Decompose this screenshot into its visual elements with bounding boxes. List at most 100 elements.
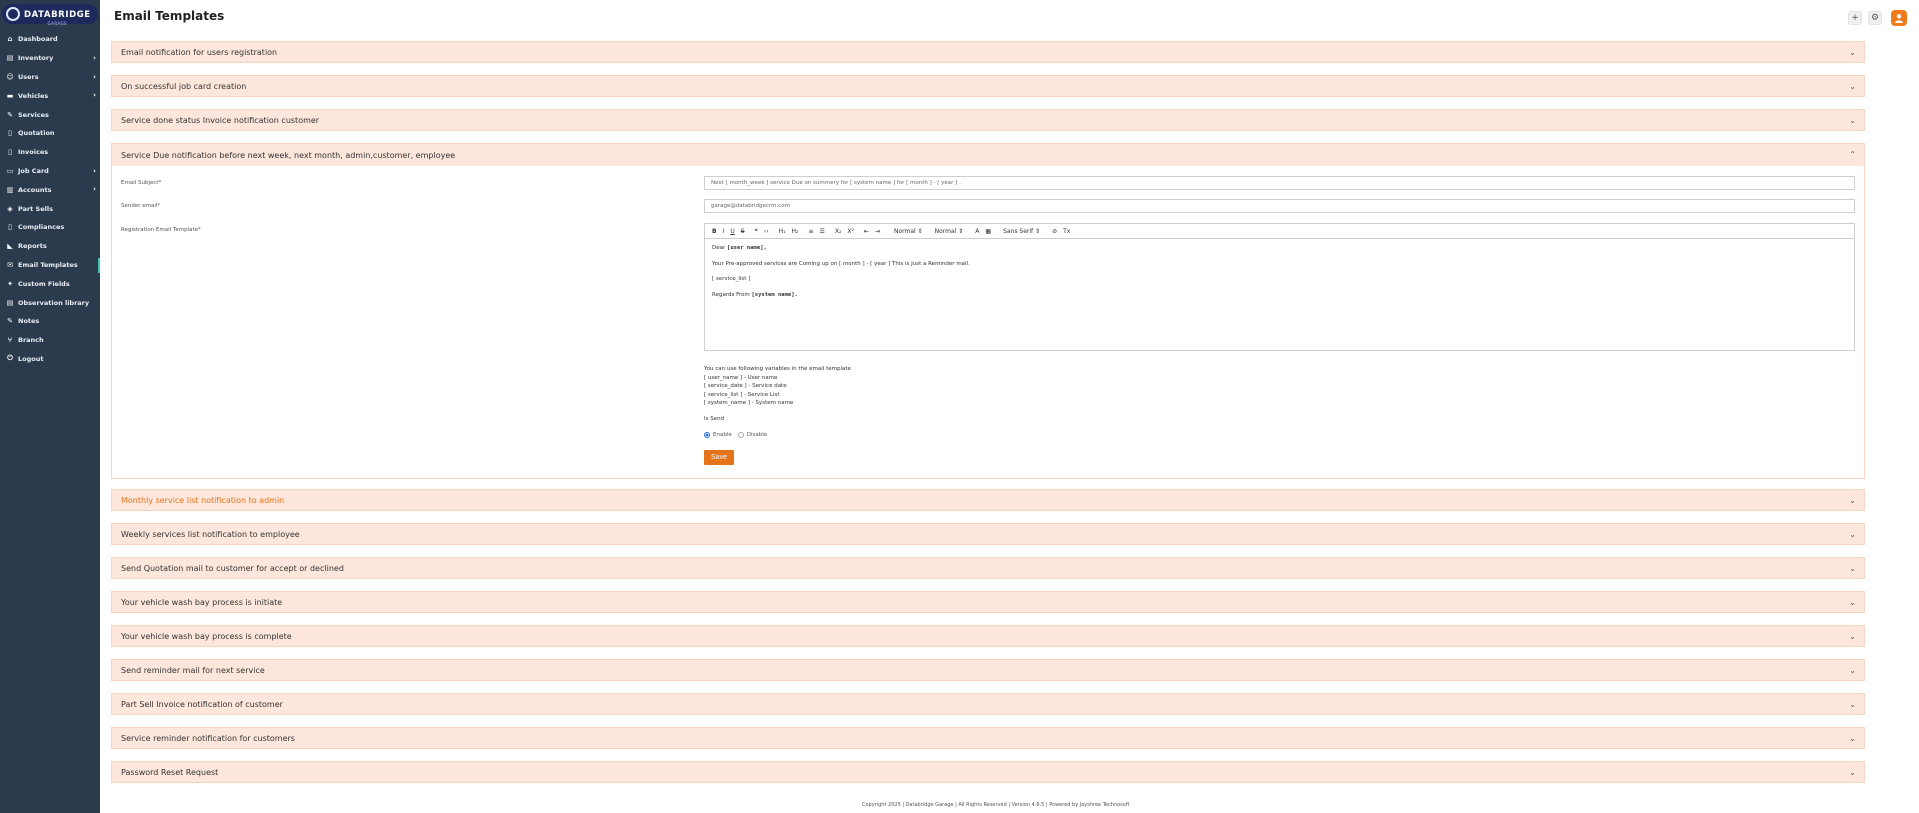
home-icon: ⌂ xyxy=(7,35,13,44)
ordered-list-button[interactable]: ≡ xyxy=(808,228,813,235)
clear-format-button[interactable]: Tx xyxy=(1063,228,1070,235)
invoice-icon: ▯ xyxy=(8,148,12,157)
enable-radio[interactable] xyxy=(704,432,710,438)
variable-item: [ service_date ] - Service date xyxy=(704,383,787,389)
sender-email-input[interactable] xyxy=(704,199,1855,213)
chevron-down-icon: ⌄ xyxy=(1849,700,1856,709)
sidebar-item-accounts[interactable]: ▥ Accounts › xyxy=(0,180,100,199)
font-select[interactable]: Sans Serif ⇕ xyxy=(1003,228,1040,235)
link-button[interactable]: ⊘ xyxy=(1052,228,1057,235)
sidebar-item-services[interactable]: ✎ Services xyxy=(0,105,100,124)
accordion-item[interactable]: Password Reset Request ⌄ xyxy=(111,761,1865,783)
accordion-item[interactable]: Send reminder mail for next service ⌄ xyxy=(111,659,1865,681)
sidebar-item-quotation[interactable]: ▯ Quotation xyxy=(0,124,100,143)
sidebar-item-compliances[interactable]: ▯ Compliances xyxy=(0,218,100,237)
accordion-item[interactable]: Email notification for users registratio… xyxy=(111,41,1865,63)
sidebar-item-logout[interactable]: ⏻ Logout xyxy=(0,350,100,369)
wrench-icon: ✎ xyxy=(7,110,13,119)
chevron-right-icon: › xyxy=(93,53,96,62)
sidebar-item-dashboard[interactable]: ⌂ Dashboard xyxy=(0,30,100,49)
blockquote-button[interactable]: ❝ xyxy=(755,228,758,235)
compliance-icon: ▯ xyxy=(8,223,12,232)
sidebar-item-label: Email Templates xyxy=(18,260,78,269)
underline-button[interactable]: U xyxy=(730,228,734,235)
sidebar-item-label: Inventory xyxy=(18,54,54,63)
user-icon: ☺ xyxy=(6,72,14,81)
heading1-button[interactable]: H₁ xyxy=(779,228,786,235)
logo[interactable]: DATABRIDGE GARAGE xyxy=(2,4,98,26)
editor-dear: Dear xyxy=(712,245,726,251)
logo-brand: DATABRIDGE xyxy=(24,10,91,20)
sidebar-item-part-sells[interactable]: ◈ Part Sells xyxy=(0,199,100,218)
power-icon: ⏻ xyxy=(7,354,13,363)
sidebar-item-custom-fields[interactable]: ✦ Custom Fields xyxy=(0,274,100,293)
accordion-item[interactable]: Service reminder notification for custom… xyxy=(111,727,1865,749)
sidebar-item-vehicles[interactable]: ▬ Vehicles › xyxy=(0,86,100,105)
accordion-title: Service done status Invoice notification… xyxy=(121,115,320,125)
accordion-item[interactable]: On successful job card creation ⌄ xyxy=(111,75,1865,97)
sidebar-item-email-templates[interactable]: ✉ Email Templates xyxy=(0,256,100,275)
chevron-down-icon: ⌄ xyxy=(1849,666,1856,675)
code-block-button[interactable]: ‹› xyxy=(764,228,769,235)
accordion-item[interactable]: Part Sell Invoice notification of custom… xyxy=(111,693,1865,715)
sidebar-item-branch[interactable]: ⑂ Branch xyxy=(0,331,100,350)
car-icon: ▬ xyxy=(6,91,14,100)
accordion-item[interactable]: Weekly services list notification to emp… xyxy=(111,523,1865,545)
email-subject-input[interactable] xyxy=(704,176,1855,190)
variable-item: [ user_name ] - User name xyxy=(704,374,778,381)
sidebar-item-label: Observation library xyxy=(18,298,90,307)
chevron-down-icon: ⌄ xyxy=(1849,632,1856,641)
bullet-list-button[interactable]: ☰ xyxy=(820,228,825,235)
accordion-item[interactable]: Your vehicle wash bay process is complet… xyxy=(111,625,1865,647)
sidebar-item-inventory[interactable]: ▤ Inventory › xyxy=(0,49,100,68)
disable-label: Disable xyxy=(746,432,768,438)
indent-button[interactable]: ⇥ xyxy=(875,228,880,235)
chevron-down-icon: ⌄ xyxy=(1849,48,1856,57)
accordion-header-service-due[interactable]: Service Due notification before next wee… xyxy=(112,144,1864,166)
strike-button[interactable]: S xyxy=(741,228,745,235)
sidebar-item-observation-library[interactable]: ▤ Observation library xyxy=(0,293,100,312)
notes-icon: ✎ xyxy=(7,317,13,326)
footer: Copyright 2025 | Databridge Garage | All… xyxy=(862,802,1130,808)
sidebar-item-notes[interactable]: ✎ Notes xyxy=(0,312,100,331)
text-color-button[interactable]: A xyxy=(975,228,979,235)
header-select[interactable]: Normal ⇕ xyxy=(935,228,964,235)
sidebar-item-reports[interactable]: ◣ Reports xyxy=(0,237,100,256)
bold-button[interactable]: B xyxy=(712,228,717,235)
chevron-right-icon: › xyxy=(93,72,96,81)
enable-label: Enable xyxy=(713,432,732,438)
sidebar-item-label: Branch xyxy=(18,336,44,345)
editor-var-user-name: [user name], xyxy=(727,245,767,251)
template-editor[interactable]: Dear [user name], Your Pre-approved serv… xyxy=(704,239,1855,351)
editor-regards: Regards From xyxy=(712,291,750,298)
chevron-down-icon: ⌄ xyxy=(1849,496,1856,505)
sidebar-item-users[interactable]: ☺ Users › xyxy=(0,68,100,87)
sidebar-item-job-card[interactable]: ▭ Job Card › xyxy=(0,162,100,181)
outdent-button[interactable]: ⇤ xyxy=(864,228,869,235)
user-avatar-button[interactable] xyxy=(1891,10,1907,26)
size-select[interactable]: Normal ⇕ xyxy=(894,228,923,235)
superscript-button[interactable]: X² xyxy=(847,228,854,235)
accordion-title: On successful job card creation xyxy=(121,81,247,91)
accordion-title: Weekly services list notification to emp… xyxy=(121,529,300,539)
save-button[interactable]: Save xyxy=(704,450,734,465)
disable-radio[interactable] xyxy=(737,432,744,438)
sidebar-item-label: Users xyxy=(18,72,39,81)
sidebar-item-label: Custom Fields xyxy=(18,279,70,288)
chevron-down-icon: ⌄ xyxy=(1849,768,1856,777)
card-icon: ▭ xyxy=(6,166,14,175)
background-color-button[interactable]: ▦ xyxy=(985,228,991,235)
sidebar-item-label: Vehicles xyxy=(18,91,49,100)
sidebar-item-invoices[interactable]: ▯ Invoices xyxy=(0,143,100,162)
accordion-item[interactable]: Send Quotation mail to customer for acce… xyxy=(111,557,1865,579)
chevron-down-icon: ⌄ xyxy=(1849,564,1856,573)
italic-button[interactable]: I xyxy=(723,228,725,235)
heading2-button[interactable]: H₂ xyxy=(792,228,799,235)
accordion-open: Service Due notification before next wee… xyxy=(111,143,1865,479)
add-button[interactable]: + xyxy=(1848,11,1862,25)
settings-button[interactable]: ⚙ xyxy=(1868,11,1882,25)
accordion-item[interactable]: Monthly service list notification to adm… xyxy=(111,489,1865,511)
subscript-button[interactable]: X₂ xyxy=(835,228,842,235)
accordion-item[interactable]: Your vehicle wash bay process is initiat… xyxy=(111,591,1865,613)
accordion-item[interactable]: Service done status Invoice notification… xyxy=(111,109,1865,131)
